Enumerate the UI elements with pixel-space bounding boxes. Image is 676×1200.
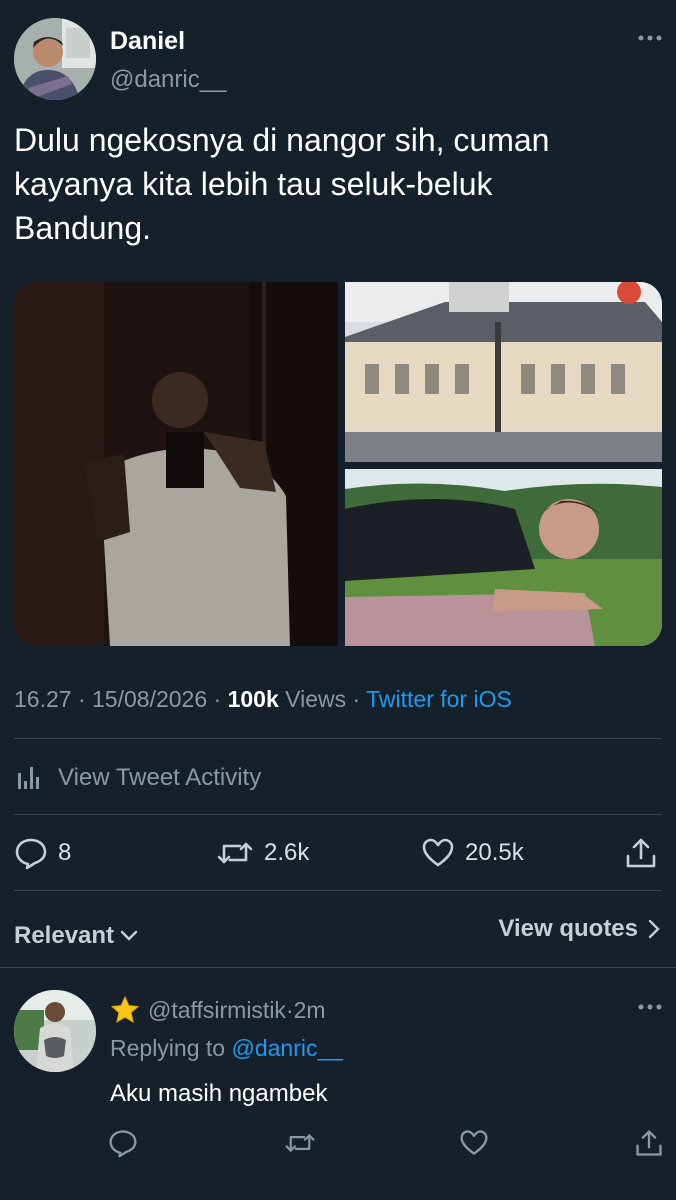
tweet-meta: 16.27 · 15/08/2026 · 100k Views · Twitte… [14,686,512,713]
meta-separator: · [207,686,228,712]
reply-text: Aku masih ngambek [110,1080,328,1107]
meta-separator: · [346,686,367,712]
chevron-down-icon [120,930,138,942]
view-activity-label: View Tweet Activity [58,764,262,791]
share-icon [624,836,658,870]
sort-dropdown[interactable]: Relevant [14,922,138,950]
meta-separator: · [71,686,93,712]
views-count: 100k [227,686,279,712]
like-button[interactable]: 20.5k [421,836,524,870]
divider [0,967,676,968]
reply-retweet-button[interactable] [284,1128,316,1158]
reply-time: 2m [293,996,326,1023]
more-options-icon[interactable] [638,1003,662,1011]
media-grid [14,282,662,646]
reply-icon [14,836,48,870]
reply-share-button[interactable] [634,1128,664,1158]
view-quotes-label: View quotes [498,915,638,942]
share-icon [634,1128,664,1158]
reply-button[interactable]: 8 [14,836,71,870]
share-button[interactable] [624,836,658,870]
retweet-icon [216,836,254,870]
view-quotes-button[interactable]: View quotes [498,915,660,943]
photo-plank-grass[interactable] [345,469,662,646]
divider [14,890,662,891]
retweet-count: 2.6k [264,839,310,866]
heart-icon [421,836,455,870]
photo-mirror-selfie[interactable] [14,282,338,646]
view-activity-button[interactable]: View Tweet Activity [14,760,261,796]
sort-label: Relevant [14,922,115,949]
chevron-right-icon [648,919,660,939]
replying-handle[interactable]: @danric__ [231,1035,343,1061]
tweet-source[interactable]: Twitter for iOS [366,686,512,712]
meta-separator: · [285,996,294,1023]
author-avatar[interactable] [14,18,96,100]
retweet-button[interactable]: 2.6k [216,836,309,870]
star-icon [110,995,140,1025]
like-count: 20.5k [465,839,524,866]
bar-chart-icon [14,763,44,793]
divider [14,738,662,739]
reply-avatar[interactable] [14,990,96,1072]
retweet-icon [284,1128,316,1158]
tweet-date: 15/08/2026 [92,686,208,712]
replying-prefix: Replying to [110,1035,226,1061]
reply-handle[interactable]: @taffsirmistik [148,997,286,1024]
divider [14,814,662,815]
reply-like-button[interactable] [459,1128,489,1158]
tweet-text: Dulu ngekosnya di nangor sih, cuman kaya… [14,122,550,246]
reply-count: 8 [58,839,72,866]
reply-reply-button[interactable] [108,1128,138,1158]
author-handle[interactable]: @danric__ [110,66,226,94]
photo-bandung-building[interactable] [345,282,662,462]
reply-header: @taffsirmistik · 2m [110,995,326,1025]
author-name[interactable]: Daniel [110,27,185,56]
reply-icon [108,1128,138,1158]
views-label: Views [285,686,347,712]
replying-to: Replying to @danric__ [110,1035,343,1062]
tweet-time: 16.27 [14,686,72,712]
more-options-icon[interactable] [638,34,662,42]
heart-icon [459,1128,489,1158]
